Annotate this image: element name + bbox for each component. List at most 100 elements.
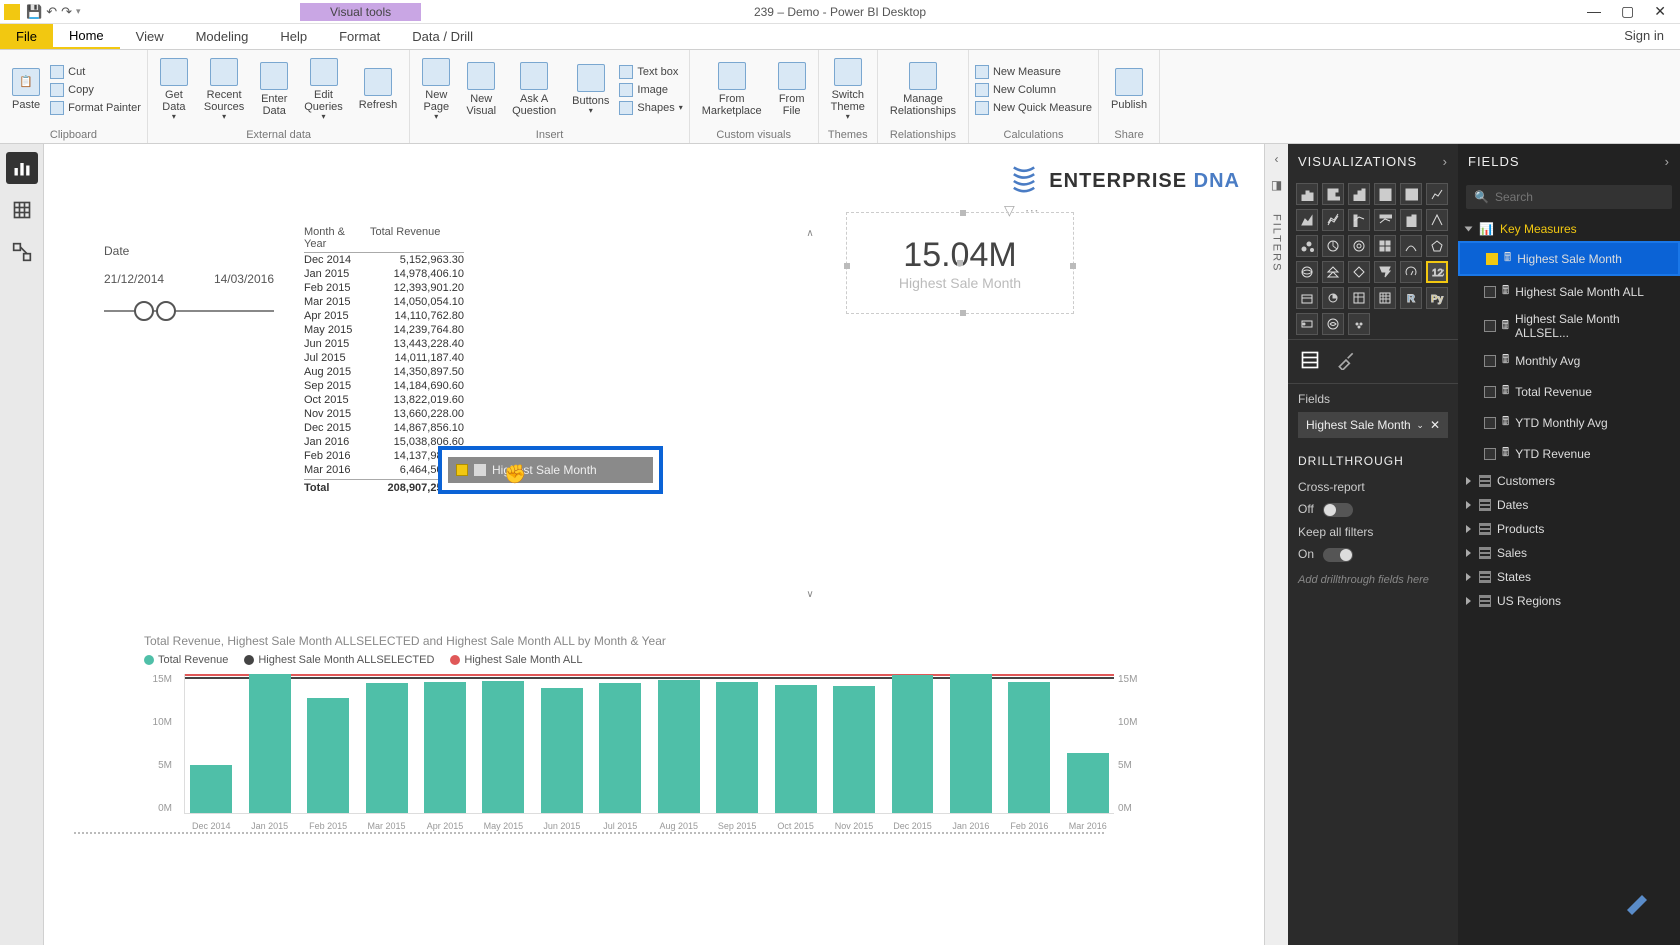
publish-button[interactable]: Publish bbox=[1105, 66, 1153, 113]
slicer-handle-from[interactable] bbox=[134, 301, 154, 321]
chart-bar[interactable]: Apr 2015 bbox=[419, 674, 471, 813]
viz-type-icon[interactable]: R bbox=[1400, 287, 1422, 309]
table-states[interactable]: States bbox=[1458, 565, 1680, 589]
table-row[interactable]: Dec 201514,867,856.10 bbox=[304, 421, 464, 435]
tab-data-drill[interactable]: Data / Drill bbox=[396, 24, 489, 49]
table-row[interactable]: Sep 201514,184,690.60 bbox=[304, 379, 464, 393]
viz-type-icon[interactable] bbox=[1374, 209, 1396, 231]
field-ytd-revenue[interactable]: 🖩YTD Revenue bbox=[1458, 438, 1680, 469]
viz-type-icon[interactable] bbox=[1400, 183, 1422, 205]
fields-search-input[interactable] bbox=[1495, 190, 1664, 204]
viz-type-icon[interactable] bbox=[1322, 313, 1344, 335]
field-highest-sale-month-allselected[interactable]: 🖩Highest Sale Month ALLSEL... bbox=[1458, 307, 1680, 345]
new-visual-button[interactable]: New Visual bbox=[460, 60, 502, 119]
manage-relationships-button[interactable]: Manage Relationships bbox=[884, 60, 962, 119]
viz-type-icon[interactable] bbox=[1296, 209, 1318, 231]
table-row[interactable]: Jul 201514,011,187.40 bbox=[304, 351, 464, 365]
card-visual[interactable]: 15.04M Highest Sale Month bbox=[846, 212, 1074, 314]
from-file-button[interactable]: From File bbox=[772, 60, 812, 119]
chevron-right-icon[interactable]: › bbox=[1665, 154, 1670, 169]
viz-type-icon[interactable] bbox=[1322, 183, 1344, 205]
viz-type-icon[interactable] bbox=[1426, 235, 1448, 257]
redo-icon[interactable]: ↷ bbox=[61, 4, 72, 20]
table-products[interactable]: Products bbox=[1458, 517, 1680, 541]
new-quick-measure-button[interactable]: New Quick Measure bbox=[975, 100, 1092, 116]
viz-type-icon[interactable] bbox=[1296, 313, 1318, 335]
fields-tab-icon[interactable] bbox=[1300, 350, 1320, 373]
table-header-revenue[interactable]: Total Revenue bbox=[370, 226, 440, 250]
viz-type-icon[interactable] bbox=[1348, 313, 1370, 335]
chart-bar[interactable]: Jan 2015 bbox=[243, 674, 295, 813]
viz-type-icon[interactable] bbox=[1296, 261, 1318, 283]
table-row[interactable]: May 201514,239,764.80 bbox=[304, 323, 464, 337]
cross-report-toggle[interactable] bbox=[1323, 503, 1353, 517]
fields-well-item[interactable]: Highest Sale Month ⌄✕ bbox=[1298, 412, 1448, 438]
chart-bar[interactable]: Jun 2015 bbox=[536, 674, 588, 813]
fields-search[interactable]: 🔍 bbox=[1466, 185, 1672, 209]
viz-type-icon[interactable]: Py bbox=[1426, 287, 1448, 309]
chart-bar[interactable]: Aug 2015 bbox=[653, 674, 705, 813]
viz-type-icon[interactable] bbox=[1322, 261, 1344, 283]
maximize-button[interactable]: ▢ bbox=[1621, 3, 1634, 20]
new-column-button[interactable]: New Column bbox=[975, 82, 1092, 98]
report-view-button[interactable] bbox=[6, 152, 38, 184]
checkbox-icon[interactable] bbox=[1484, 417, 1496, 429]
checkbox-icon[interactable] bbox=[1486, 253, 1498, 265]
checkbox-icon[interactable] bbox=[1484, 320, 1496, 332]
table-row[interactable]: Apr 201514,110,762.80 bbox=[304, 309, 464, 323]
viz-type-icon[interactable] bbox=[1296, 183, 1318, 205]
chart-bar[interactable]: Oct 2015 bbox=[769, 674, 821, 813]
table-row[interactable]: Jun 201513,443,228.40 bbox=[304, 337, 464, 351]
slicer-track[interactable] bbox=[104, 296, 274, 326]
tab-view[interactable]: View bbox=[120, 24, 180, 49]
tab-file[interactable]: File bbox=[0, 24, 53, 49]
image-button[interactable]: Image bbox=[619, 82, 682, 98]
shapes-button[interactable]: Shapes▾ bbox=[619, 100, 682, 116]
tab-format[interactable]: Format bbox=[323, 24, 396, 49]
viz-type-icon[interactable] bbox=[1322, 235, 1344, 257]
viz-type-icon[interactable] bbox=[1374, 287, 1396, 309]
date-slicer-visual[interactable]: Date 21/12/2014 14/03/2016 bbox=[104, 244, 274, 326]
viz-type-icon[interactable] bbox=[1400, 209, 1422, 231]
drillthrough-dropzone[interactable]: Add drillthrough fields here bbox=[1298, 574, 1448, 586]
field-total-revenue[interactable]: 🖩Total Revenue bbox=[1458, 376, 1680, 407]
remove-field-icon[interactable]: ✕ bbox=[1430, 418, 1440, 432]
viz-type-icon[interactable] bbox=[1374, 261, 1396, 283]
chart-bar[interactable]: Nov 2015 bbox=[828, 674, 880, 813]
checkbox-icon[interactable] bbox=[1484, 448, 1496, 460]
table-scrollbar[interactable]: ∧ ∨ bbox=[804, 228, 816, 608]
viz-type-icon[interactable] bbox=[1374, 183, 1396, 205]
field-highest-sale-month-all[interactable]: 🖩Highest Sale Month ALL bbox=[1458, 276, 1680, 307]
field-monthly-avg[interactable]: 🖩Monthly Avg bbox=[1458, 345, 1680, 376]
table-customers[interactable]: Customers bbox=[1458, 469, 1680, 493]
viz-type-icon[interactable] bbox=[1400, 261, 1422, 283]
chart-bar[interactable]: Jan 2016 bbox=[945, 674, 997, 813]
table-sales[interactable]: Sales bbox=[1458, 541, 1680, 565]
tab-home[interactable]: Home bbox=[53, 24, 120, 49]
table-row[interactable]: Aug 201514,350,897.50 bbox=[304, 365, 464, 379]
paste-button[interactable]: 📋Paste bbox=[6, 66, 46, 113]
checkbox-icon[interactable] bbox=[1484, 355, 1496, 367]
viz-type-icon[interactable] bbox=[1348, 183, 1370, 205]
slicer-handle-to[interactable] bbox=[156, 301, 176, 321]
chart-bar[interactable]: Feb 2015 bbox=[302, 674, 354, 813]
viz-type-icon[interactable] bbox=[1400, 235, 1422, 257]
new-measure-button[interactable]: New Measure bbox=[975, 64, 1092, 80]
table-row[interactable]: Nov 201513,660,228.00 bbox=[304, 407, 464, 421]
save-icon[interactable]: 💾 bbox=[26, 4, 42, 20]
model-view-button[interactable] bbox=[6, 236, 38, 268]
field-ytd-monthly-avg[interactable]: 🖩YTD Monthly Avg bbox=[1458, 407, 1680, 438]
chart-bar[interactable]: Jul 2015 bbox=[594, 674, 646, 813]
format-painter-button[interactable]: Format Painter bbox=[50, 100, 141, 116]
viz-type-icon[interactable] bbox=[1322, 209, 1344, 231]
analytics-tab-icon[interactable] bbox=[1372, 350, 1392, 373]
recent-sources-button[interactable]: Recent Sources▾ bbox=[198, 56, 250, 124]
viz-type-icon[interactable] bbox=[1348, 287, 1370, 309]
viz-type-icon[interactable] bbox=[1296, 235, 1318, 257]
switch-theme-button[interactable]: Switch Theme▾ bbox=[825, 56, 871, 124]
buttons-button[interactable]: Buttons▾ bbox=[566, 62, 615, 118]
get-data-button[interactable]: Get Data▾ bbox=[154, 56, 194, 124]
from-marketplace-button[interactable]: From Marketplace bbox=[696, 60, 768, 119]
table-row[interactable]: Feb 201512,393,901.20 bbox=[304, 281, 464, 295]
chart-bar[interactable]: Dec 2014 bbox=[185, 674, 237, 813]
